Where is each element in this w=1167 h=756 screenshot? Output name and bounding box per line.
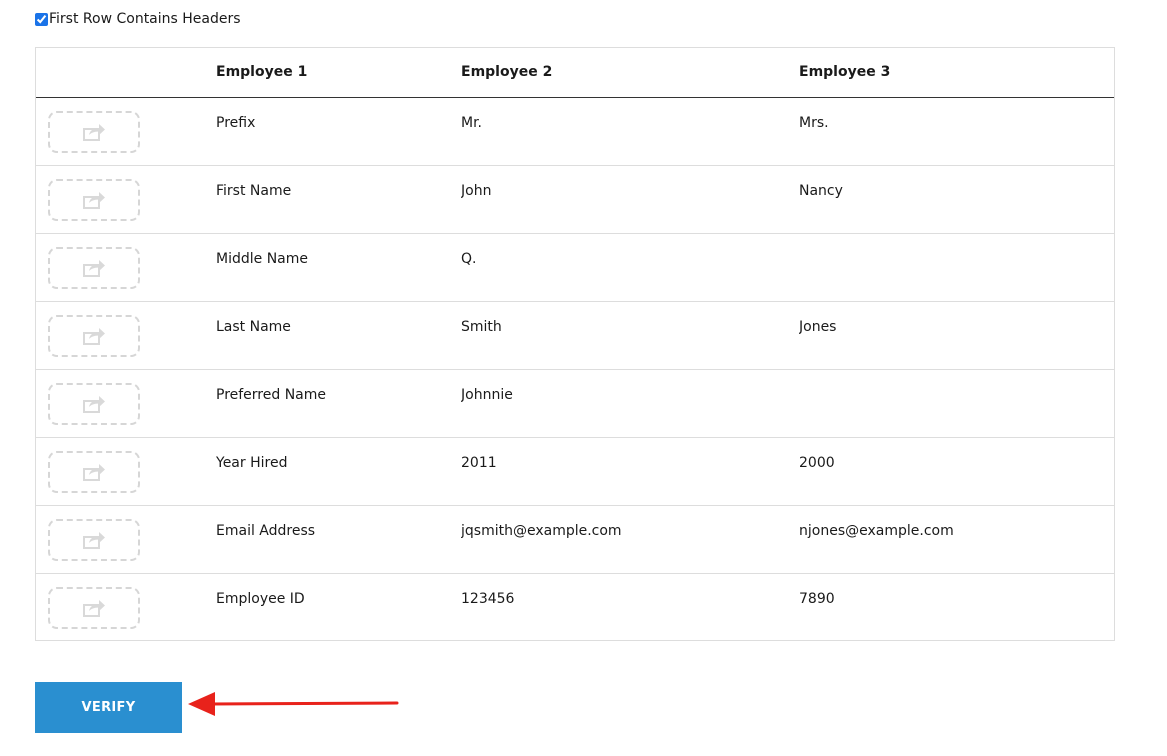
first-row-headers-option[interactable]: First Row Contains Headers [35, 10, 241, 28]
first-row-headers-label: First Row Contains Headers [49, 11, 241, 27]
share-icon [82, 258, 106, 278]
cell-employee-3 [799, 369, 1114, 437]
column-mapping-page: First Row Contains Headers Employee 1 Em… [0, 0, 1167, 756]
drop-cell [36, 505, 216, 573]
first-row-headers-checkbox[interactable] [35, 12, 48, 26]
table-row: Year Hired 2011 2000 [36, 437, 1114, 505]
drop-cell [36, 233, 216, 301]
field-drop-target[interactable] [48, 450, 140, 493]
table-header-row: Employee 1 Employee 2 Employee 3 [36, 48, 1114, 97]
drop-cell [36, 301, 216, 369]
field-drop-target[interactable] [48, 518, 140, 561]
cell-employee-3: Mrs. [799, 114, 829, 131]
cell-employee-1: Last Name [216, 318, 291, 335]
cell-employee-3: 2000 [799, 454, 835, 471]
share-icon [82, 462, 106, 482]
table-row: Preferred Name Johnnie [36, 369, 1114, 437]
drop-cell [36, 437, 216, 505]
column-header-employee-2: Employee 2 [461, 64, 553, 81]
table-row: Middle Name Q. [36, 233, 1114, 301]
share-icon [82, 190, 106, 210]
mapping-table: Employee 1 Employee 2 Employee 3 Prefix M… [36, 48, 1114, 640]
cell-employee-3 [799, 233, 1114, 301]
cell-employee-1: Year Hired [216, 454, 288, 471]
table-row: Employee ID 123456 7890 [36, 573, 1114, 640]
cell-employee-3: njones@example.com [799, 522, 954, 539]
cell-employee-3: Jones [799, 318, 837, 335]
column-header-mapping [36, 48, 216, 97]
cell-employee-1: Preferred Name [216, 386, 327, 403]
field-drop-target[interactable] [48, 586, 140, 629]
share-icon [82, 122, 106, 142]
cell-employee-1: Employee ID [216, 590, 305, 607]
field-drop-target[interactable] [48, 178, 140, 221]
cell-employee-1: Prefix [216, 114, 256, 131]
cell-employee-2: Mr. [461, 114, 482, 131]
drop-cell [36, 97, 216, 165]
field-drop-target[interactable] [48, 110, 140, 153]
column-header-employee-1: Employee 1 [216, 64, 308, 81]
field-drop-target[interactable] [48, 246, 140, 289]
verify-button[interactable]: VERIFY [35, 682, 182, 733]
cell-employee-2: 2011 [461, 454, 497, 471]
share-icon [82, 394, 106, 414]
cell-employee-1: Email Address [216, 522, 316, 539]
table-row: Prefix Mr. Mrs. [36, 97, 1114, 165]
cell-employee-2: 123456 [461, 590, 515, 607]
annotation-arrow-icon [188, 692, 399, 716]
share-icon [82, 530, 106, 550]
cell-employee-2: Q. [461, 250, 477, 267]
cell-employee-1: First Name [216, 182, 292, 199]
share-icon [82, 326, 106, 346]
drop-cell [36, 165, 216, 233]
mapping-table-container: Employee 1 Employee 2 Employee 3 Prefix M… [35, 47, 1115, 641]
drop-cell [36, 369, 216, 437]
table-row: First Name John Nancy [36, 165, 1114, 233]
cell-employee-2: Johnnie [461, 386, 513, 403]
cell-employee-2: John [461, 182, 492, 199]
cell-employee-3: 7890 [799, 590, 835, 607]
cell-employee-2: jqsmith@example.com [461, 522, 622, 539]
table-row: Last Name Smith Jones [36, 301, 1114, 369]
share-icon [82, 598, 106, 618]
table-row: Email Address jqsmith@example.com njones@e… [36, 505, 1114, 573]
cell-employee-1: Middle Name [216, 250, 308, 267]
cell-employee-2: Smith [461, 318, 502, 335]
field-drop-target[interactable] [48, 314, 140, 357]
drop-cell [36, 573, 216, 640]
cell-employee-3: Nancy [799, 182, 843, 199]
field-drop-target[interactable] [48, 382, 140, 425]
column-header-employee-3: Employee 3 [799, 64, 891, 81]
